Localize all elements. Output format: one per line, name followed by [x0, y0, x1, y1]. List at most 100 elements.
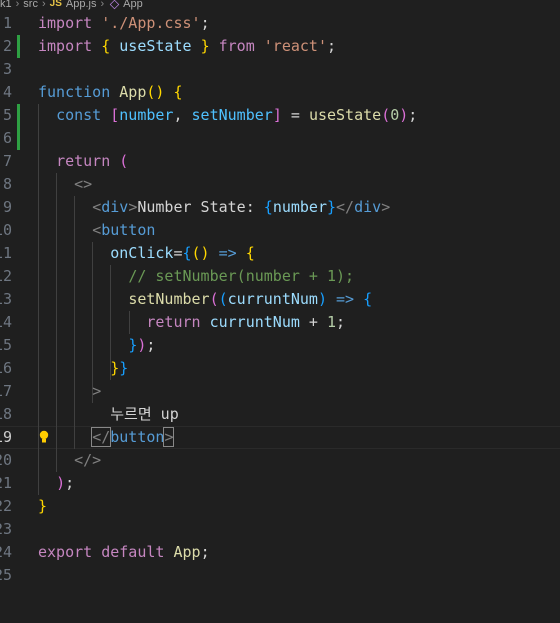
- line-number[interactable]: 10: [0, 219, 12, 242]
- git-added-marker[interactable]: [17, 35, 20, 58]
- code-text: const [number, setNumber] = useState(0);: [38, 104, 417, 127]
- code-token: (): [146, 83, 165, 101]
- line-number[interactable]: 9: [0, 196, 12, 219]
- code-token: [: [110, 106, 120, 124]
- code-editor[interactable]: k1 › src › JS App.js › App 1 import './App.css';…: [0, 0, 560, 623]
- code-token: </>: [74, 451, 102, 469]
- code-token: >: [381, 198, 391, 216]
- line-number[interactable]: 14: [0, 311, 12, 334]
- code-token: div: [101, 198, 129, 216]
- lightbulb-icon[interactable]: [39, 430, 49, 444]
- code-line[interactable]: 23: [0, 518, 560, 541]
- code-token: =: [281, 106, 309, 124]
- code-token: }: [110, 359, 120, 377]
- code-line[interactable]: 12 // setNumber(number + 1);: [0, 265, 560, 288]
- code-line[interactable]: 18 누르면 up: [0, 403, 560, 426]
- code-line[interactable]: 14 return curruntNum + 1;: [0, 311, 560, 334]
- code-line[interactable]: 20 </>: [0, 449, 560, 472]
- line-number[interactable]: 7: [0, 150, 12, 173]
- code-line[interactable]: 1 import './App.css';: [0, 12, 560, 35]
- code-token: {: [101, 37, 111, 55]
- code-line[interactable]: 8 <>: [0, 173, 560, 196]
- code-line[interactable]: 5 const [number, setNumber] = useState(0…: [0, 104, 560, 127]
- line-number[interactable]: 2: [0, 35, 12, 58]
- code-line[interactable]: 6: [0, 127, 560, 150]
- code-text: import './App.css';: [38, 12, 210, 35]
- code-line[interactable]: 17 >: [0, 380, 560, 403]
- code-token: (: [209, 290, 219, 308]
- code-line[interactable]: 15 });: [0, 334, 560, 357]
- code-token: >: [92, 382, 102, 400]
- line-number[interactable]: 11: [0, 242, 12, 265]
- code-line[interactable]: 25: [0, 564, 560, 587]
- code-line[interactable]: 4 function App() {: [0, 81, 560, 104]
- breadcrumb-folder-project[interactable]: k1: [0, 0, 12, 10]
- code-token: <: [92, 198, 102, 216]
- line-number[interactable]: 19: [0, 426, 12, 449]
- code-token: 'react': [263, 37, 327, 55]
- code-line[interactable]: 10 <button: [0, 219, 560, 242]
- line-number[interactable]: 5: [0, 104, 12, 127]
- line-number[interactable]: 12: [0, 265, 12, 288]
- line-number[interactable]: 21: [0, 472, 12, 495]
- chevron-right-icon: ›: [41, 0, 46, 10]
- git-added-marker[interactable]: [17, 104, 20, 127]
- code-line[interactable]: 24 export default App;: [0, 541, 560, 564]
- code-token: (: [381, 106, 391, 124]
- code-line[interactable]: 3: [0, 58, 560, 81]
- code-token: return: [146, 313, 201, 331]
- code-lines[interactable]: 1 import './App.css'; 2 import { useState }…: [0, 12, 560, 587]
- line-number[interactable]: 22: [0, 495, 12, 518]
- breadcrumb-symbol-app[interactable]: App: [123, 0, 143, 10]
- code-line[interactable]: 21 );: [0, 472, 560, 495]
- code-line[interactable]: 19 </button>: [0, 426, 560, 449]
- line-number[interactable]: 13: [0, 288, 12, 311]
- code-token: ): [56, 474, 66, 492]
- line-number[interactable]: 3: [0, 58, 12, 81]
- code-text: export default App;: [38, 541, 210, 564]
- code-line[interactable]: 9 <div>Number State: {number}</div>: [0, 196, 560, 219]
- breadcrumb-file-app-js[interactable]: App.js: [66, 0, 97, 10]
- code-text: return (: [38, 150, 128, 173]
- code-token: curruntNum: [209, 313, 300, 331]
- line-number[interactable]: 6: [0, 127, 12, 150]
- line-number[interactable]: 8: [0, 173, 12, 196]
- line-number[interactable]: 4: [0, 81, 12, 104]
- line-number[interactable]: 16: [0, 357, 12, 380]
- git-added-marker[interactable]: [17, 127, 20, 150]
- line-number[interactable]: 25: [0, 564, 12, 587]
- code-text: });: [38, 334, 155, 357]
- code-token: setNumber: [191, 106, 273, 124]
- line-number[interactable]: 17: [0, 380, 12, 403]
- code-token: <: [92, 221, 102, 239]
- line-number[interactable]: 20: [0, 449, 12, 472]
- code-line[interactable]: 7 return (: [0, 150, 560, 173]
- code-line[interactable]: 22}: [0, 495, 560, 518]
- breadcrumb-folder-src[interactable]: src: [23, 0, 38, 10]
- line-number[interactable]: 24: [0, 541, 12, 564]
- code-line[interactable]: 2 import { useState } from 'react';: [0, 35, 560, 58]
- code-token: }: [119, 359, 129, 377]
- code-token: {: [182, 244, 192, 262]
- line-number[interactable]: 23: [0, 518, 12, 541]
- code-token: 1: [327, 313, 337, 331]
- line-number[interactable]: 15: [0, 334, 12, 357]
- code-text: // setNumber(number + 1);: [38, 265, 354, 288]
- line-number[interactable]: 18: [0, 403, 12, 426]
- code-text: <div>Number State: {number}</div>: [38, 196, 390, 219]
- line-number[interactable]: 1: [0, 12, 12, 35]
- code-text: <button: [38, 219, 155, 242]
- code-line[interactable]: 13 setNumber((curruntNum) => {: [0, 288, 560, 311]
- code-token: }: [200, 37, 210, 55]
- code-text: function App() {: [38, 81, 183, 104]
- code-token: App: [119, 83, 147, 101]
- code-line[interactable]: 11 onClick={() => {: [0, 242, 560, 265]
- code-line[interactable]: 16 }}: [0, 357, 560, 380]
- code-token: useState: [308, 106, 382, 124]
